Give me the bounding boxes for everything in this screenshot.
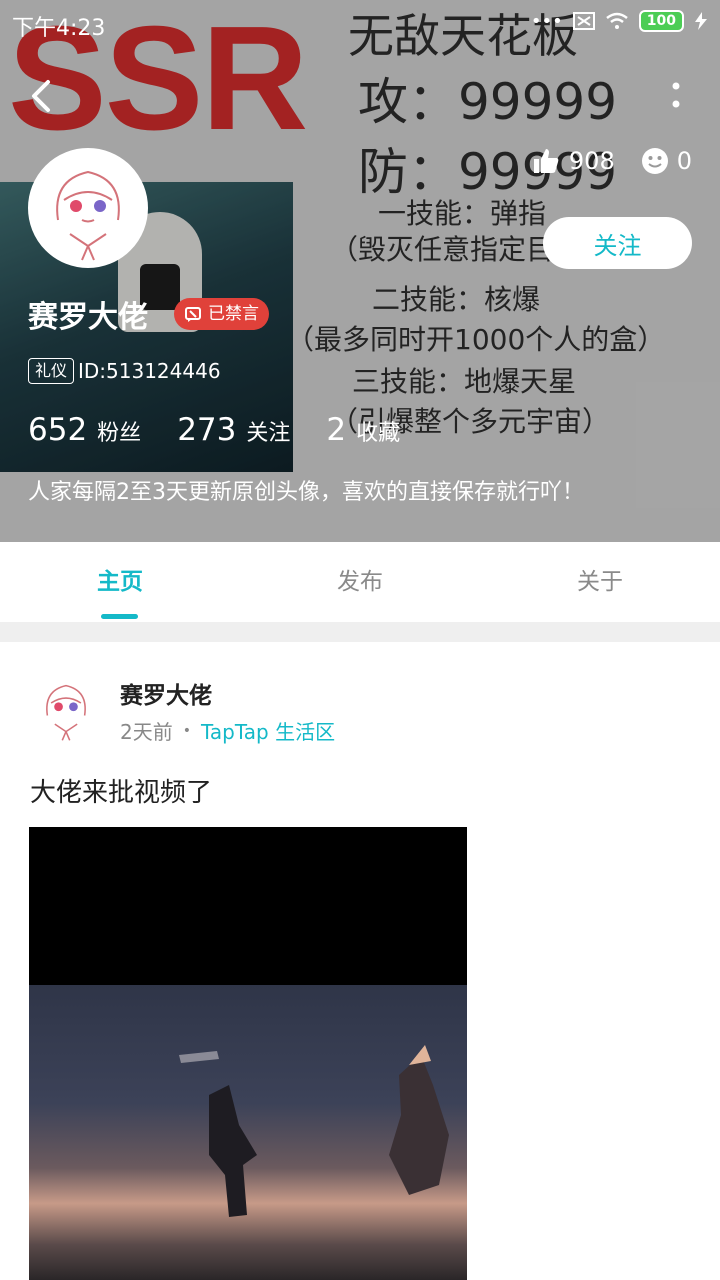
profile-bio: 人家每隔2至3天更新原创头像，喜欢的直接保存就行吖！	[28, 480, 584, 505]
avatar[interactable]	[28, 148, 148, 268]
wifi-icon	[605, 12, 628, 29]
banned-icon	[185, 307, 201, 322]
profile-name: 赛罗大佬	[28, 300, 148, 335]
status-icons: ••• 100	[531, 10, 708, 32]
banned-badge: 已禁言	[174, 298, 269, 330]
likes[interactable]: 908	[531, 146, 615, 176]
battery-icon: 100	[638, 10, 684, 32]
section-divider	[0, 622, 720, 642]
fans-count[interactable]: 652	[28, 412, 87, 448]
post-forum-link[interactable]: TapTap 生活区	[201, 716, 335, 745]
profile-stats-icons: 908 0	[531, 146, 692, 176]
fans-label[interactable]: 粉丝	[97, 415, 141, 447]
more-vertical-icon[interactable]	[666, 74, 686, 118]
post-title[interactable]: 大佬来批视频了	[30, 772, 212, 809]
user-id: ID:513124446	[78, 359, 221, 383]
smiles-count: 0	[676, 147, 692, 175]
tab-about[interactable]: 关于	[480, 542, 720, 622]
post-video[interactable]	[29, 827, 467, 1280]
favorites-count[interactable]: 2	[326, 412, 346, 448]
smile-icon	[641, 148, 668, 174]
likes-count: 908	[568, 147, 615, 175]
tab-indicator	[101, 614, 138, 619]
post-author-avatar[interactable]	[30, 672, 102, 744]
avatar-illustration-icon	[30, 150, 146, 266]
follow-button[interactable]: 关注	[543, 217, 692, 269]
profile-header: SSR 无敌天花板 攻：99999 防：99999 一技能：弹指 （毁灭任意指定…	[0, 0, 720, 542]
video-frame	[29, 985, 467, 1280]
tab-home[interactable]: 主页	[0, 542, 240, 622]
post-author-name[interactable]: 赛罗大佬	[120, 676, 212, 710]
post-card[interactable]: 赛罗大佬 2天前 • TapTap 生活区 大佬来批视频了	[0, 642, 720, 1280]
header-overlay	[0, 0, 720, 542]
smiles[interactable]: 0	[641, 147, 692, 175]
charging-icon	[695, 12, 707, 30]
status-time: 下午4:23	[12, 16, 106, 41]
meta-separator: •	[182, 722, 191, 739]
following-label[interactable]: 关注	[246, 415, 290, 447]
following-count[interactable]: 273	[177, 412, 236, 448]
sim-icon	[572, 12, 595, 30]
video-scene-figures	[179, 1045, 449, 1217]
more-dots-icon: •••	[530, 10, 563, 32]
banned-label: 已禁言	[208, 304, 259, 324]
tab-posts[interactable]: 发布	[240, 542, 480, 622]
status-bar: 下午4:23 ••• 100	[0, 0, 720, 44]
etiquette-badge: 礼仪	[28, 358, 75, 384]
avatar-illustration-icon	[30, 672, 102, 744]
tab-bar: 主页 发布 关于	[0, 542, 720, 622]
back-arrow-icon[interactable]	[24, 74, 64, 118]
thumbs-up-icon	[533, 149, 559, 173]
profile-counts: 652 粉丝 273 关注 2 收藏	[28, 412, 436, 448]
post-time: 2天前	[120, 720, 173, 744]
post-meta: 2天前 • TapTap 生活区	[120, 716, 335, 745]
favorites-label[interactable]: 收藏	[356, 415, 400, 447]
